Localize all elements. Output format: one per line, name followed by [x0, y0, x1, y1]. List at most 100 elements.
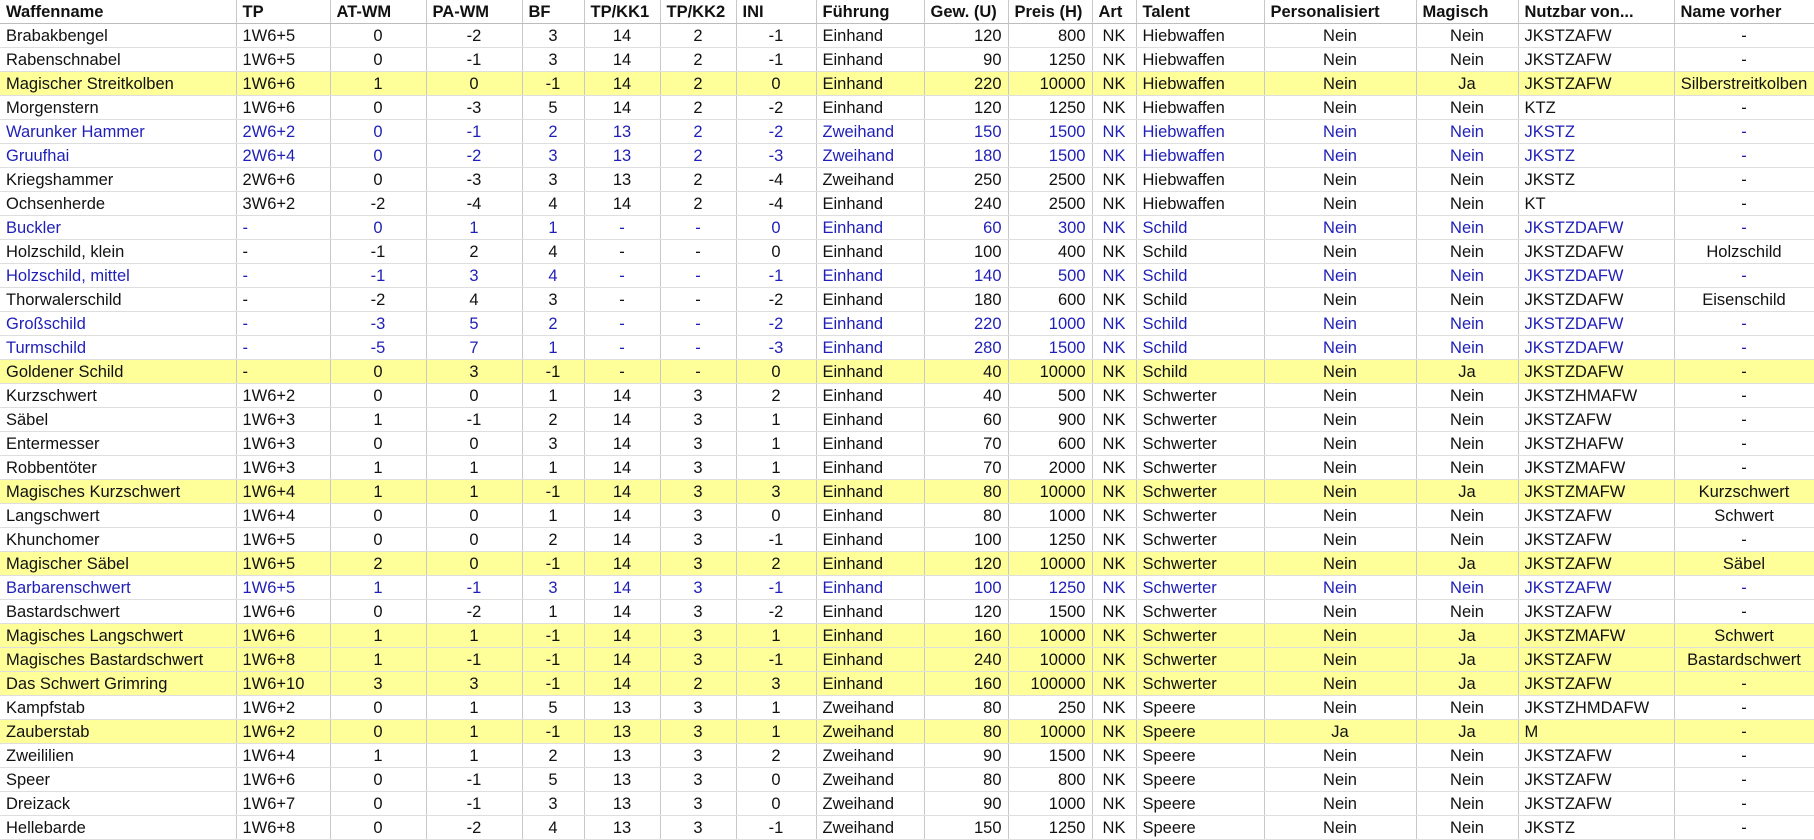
- cell-name[interactable]: Magisches Bastardschwert: [0, 647, 237, 672]
- cell-pers[interactable]: Nein: [1264, 815, 1417, 840]
- cell-nutzbar[interactable]: JKSTZAFW: [1518, 527, 1675, 552]
- cell-preis[interactable]: 250: [1008, 695, 1093, 720]
- cell-nutzbar[interactable]: JKSTZAFW: [1518, 503, 1675, 528]
- cell-bf[interactable]: -1: [522, 359, 585, 384]
- cell-tpkk2[interactable]: 2: [660, 119, 737, 144]
- cell-talent[interactable]: Hiebwaffen: [1136, 95, 1265, 120]
- cell-talent[interactable]: Schild: [1136, 263, 1265, 288]
- cell-bf[interactable]: 4: [522, 239, 585, 264]
- cell-tpkk2[interactable]: 3: [660, 431, 737, 456]
- cell-tpkk1[interactable]: 13: [584, 119, 661, 144]
- cell-magisch[interactable]: Nein: [1416, 47, 1519, 72]
- cell-pers[interactable]: Nein: [1264, 647, 1417, 672]
- cell-magisch[interactable]: Nein: [1416, 119, 1519, 144]
- cell-vorher[interactable]: Säbel: [1674, 551, 1814, 576]
- table-row[interactable]: Speer 1W6+6 0 -1 5 13 3 0 Zweihand 80 800 NK Speere N…: [0, 767, 1814, 792]
- cell-name[interactable]: Thorwalerschild: [0, 287, 237, 312]
- cell-fuehrung[interactable]: Einhand: [816, 407, 925, 432]
- cell-bf[interactable]: 1: [522, 599, 585, 624]
- cell-pa[interactable]: 0: [426, 527, 523, 552]
- cell-nutzbar[interactable]: JKSTZDAFW: [1518, 263, 1675, 288]
- cell-ini[interactable]: -3: [736, 143, 817, 168]
- cell-tp[interactable]: 1W6+5: [236, 23, 331, 48]
- cell-preis[interactable]: 600: [1008, 287, 1093, 312]
- cell-tp[interactable]: 2W6+4: [236, 143, 331, 168]
- cell-nutzbar[interactable]: KTZ: [1518, 95, 1675, 120]
- cell-pers[interactable]: Nein: [1264, 47, 1417, 72]
- cell-name[interactable]: Rabenschnabel: [0, 47, 237, 72]
- table-row[interactable]: Magisches Kurzschwert 1W6+4 1 1 -1 14 3 3 Einhan…: [0, 479, 1814, 504]
- cell-gew[interactable]: 180: [924, 143, 1009, 168]
- cell-ini[interactable]: 2: [736, 743, 817, 768]
- cell-gew[interactable]: 120: [924, 95, 1009, 120]
- cell-art[interactable]: NK: [1092, 695, 1137, 720]
- cell-name[interactable]: Khunchomer: [0, 527, 237, 552]
- column-header-tp[interactable]: TP: [236, 0, 331, 24]
- cell-magisch[interactable]: Nein: [1416, 287, 1519, 312]
- cell-talent[interactable]: Speere: [1136, 791, 1265, 816]
- cell-bf[interactable]: 4: [522, 815, 585, 840]
- cell-at[interactable]: 1: [330, 71, 427, 96]
- table-row[interactable]: Holzschild, klein - -1 2 4- -0 Einhand 100 400 NK…: [0, 239, 1814, 264]
- column-header-gew[interactable]: Gew. (U): [924, 0, 1009, 24]
- cell-vorher[interactable]: -: [1674, 23, 1814, 48]
- cell-gew[interactable]: 150: [924, 119, 1009, 144]
- cell-name[interactable]: Säbel: [0, 407, 237, 432]
- cell-nutzbar[interactable]: JKSTZAFW: [1518, 575, 1675, 600]
- cell-nutzbar[interactable]: JKSTZAFW: [1518, 407, 1675, 432]
- cell-magisch[interactable]: Nein: [1416, 527, 1519, 552]
- cell-pa[interactable]: 1: [426, 623, 523, 648]
- cell-magisch[interactable]: Nein: [1416, 191, 1519, 216]
- cell-talent[interactable]: Schwerter: [1136, 383, 1265, 408]
- cell-nutzbar[interactable]: JKSTZDAFW: [1518, 359, 1675, 384]
- cell-tpkk2[interactable]: 3: [660, 647, 737, 672]
- cell-tpkk1[interactable]: 13: [584, 167, 661, 192]
- cell-at[interactable]: 0: [330, 815, 427, 840]
- cell-vorher[interactable]: -: [1674, 743, 1814, 768]
- table-row[interactable]: Barbarenschwert 1W6+5 1 -1 3 14 3 -1 Einhand 100 1…: [0, 575, 1814, 600]
- cell-bf[interactable]: -1: [522, 479, 585, 504]
- cell-vorher[interactable]: -: [1674, 527, 1814, 552]
- cell-tp[interactable]: 1W6+4: [236, 479, 331, 504]
- cell-ini[interactable]: -2: [736, 599, 817, 624]
- cell-vorher[interactable]: -: [1674, 383, 1814, 408]
- cell-talent[interactable]: Schwerter: [1136, 647, 1265, 672]
- cell-bf[interactable]: 5: [522, 95, 585, 120]
- cell-at[interactable]: 0: [330, 599, 427, 624]
- cell-at[interactable]: 1: [330, 455, 427, 480]
- cell-gew[interactable]: 250: [924, 167, 1009, 192]
- cell-tpkk1[interactable]: 13: [584, 743, 661, 768]
- cell-name[interactable]: Magisches Langschwert: [0, 623, 237, 648]
- cell-name[interactable]: Magisches Kurzschwert: [0, 479, 237, 504]
- cell-tpkk2[interactable]: 2: [660, 167, 737, 192]
- cell-tpkk2[interactable]: 3: [660, 695, 737, 720]
- cell-talent[interactable]: Speere: [1136, 695, 1265, 720]
- cell-nutzbar[interactable]: JKSTZAFW: [1518, 551, 1675, 576]
- cell-at[interactable]: 0: [330, 359, 427, 384]
- cell-tpkk2[interactable]: 3: [660, 383, 737, 408]
- cell-tp[interactable]: 1W6+2: [236, 695, 331, 720]
- cell-preis[interactable]: 1250: [1008, 815, 1093, 840]
- cell-fuehrung[interactable]: Einhand: [816, 71, 925, 96]
- cell-at[interactable]: -2: [330, 287, 427, 312]
- cell-preis[interactable]: 400: [1008, 239, 1093, 264]
- cell-pers[interactable]: Nein: [1264, 215, 1417, 240]
- cell-bf[interactable]: 3: [522, 23, 585, 48]
- cell-ini[interactable]: 1: [736, 455, 817, 480]
- cell-ini[interactable]: -4: [736, 191, 817, 216]
- cell-nutzbar[interactable]: JKSTZDAFW: [1518, 239, 1675, 264]
- cell-tpkk2[interactable]: 3: [660, 407, 737, 432]
- cell-tpkk2[interactable]: 3: [660, 767, 737, 792]
- table-row[interactable]: Das Schwert Grimring 1W6+10 3 3 -1 14 2 3 Einhan…: [0, 671, 1814, 696]
- cell-talent[interactable]: Hiebwaffen: [1136, 167, 1265, 192]
- cell-tpkk1[interactable]: 14: [584, 455, 661, 480]
- cell-talent[interactable]: Hiebwaffen: [1136, 143, 1265, 168]
- cell-nutzbar[interactable]: JKSTZHMAFW: [1518, 383, 1675, 408]
- cell-vorher[interactable]: Eisenschild: [1674, 287, 1814, 312]
- cell-bf[interactable]: 4: [522, 263, 585, 288]
- cell-nutzbar[interactable]: JKSTZHMDAFW: [1518, 695, 1675, 720]
- cell-tpkk2[interactable]: -: [660, 287, 737, 312]
- cell-gew[interactable]: 120: [924, 23, 1009, 48]
- cell-pa[interactable]: 3: [426, 359, 523, 384]
- cell-tpkk1[interactable]: 13: [584, 719, 661, 744]
